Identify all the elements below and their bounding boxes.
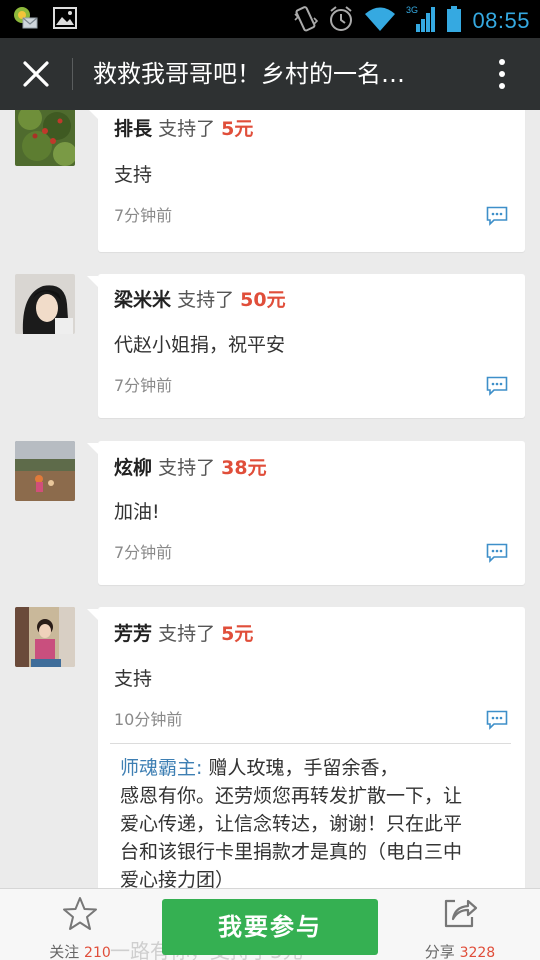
title-divider (72, 58, 73, 90)
wifi-icon (364, 5, 396, 37)
reply-line: 台和该银行卡里捐款才是真的（电白三中 (120, 841, 463, 863)
support-message: 支持 (114, 668, 153, 690)
avatar[interactable] (15, 441, 75, 501)
supporter-name[interactable]: 梁米米 (114, 289, 171, 311)
list-item: 排長 支持了 5元 支持 7分钟前 (0, 110, 540, 256)
title-bar: 救救我哥哥吧！乡村的一名… (0, 38, 540, 110)
timestamp: 7分钟前 (114, 376, 173, 395)
support-amount: 38元 (221, 457, 267, 479)
vibrate-icon (292, 5, 319, 37)
support-feed[interactable]: 排長 支持了 5元 支持 7分钟前 梁米米 支持了 50元 代赵小姐捐，祝平安 … (0, 110, 540, 888)
gallery-icon (52, 6, 78, 34)
reply-line: 感恩有你。还劳烦您再转发扩散一下，让 (120, 785, 463, 807)
follow-count: 210 (84, 945, 111, 960)
comment-button[interactable] (486, 206, 508, 226)
support-message: 支持 (114, 164, 153, 186)
support-verb: 支持了 (158, 623, 216, 645)
more-button[interactable] (492, 56, 512, 92)
comment-button[interactable] (486, 376, 508, 396)
avatar[interactable] (15, 607, 75, 667)
follow-button[interactable]: 关注 210 (40, 895, 120, 960)
support-header: 梁米米 支持了 50元 (114, 285, 286, 315)
support-amount: 50元 (240, 289, 286, 311)
join-button[interactable]: 我要参与 (162, 899, 378, 955)
share-icon (444, 899, 478, 928)
comment-icon (486, 710, 508, 730)
share-count: 3228 (459, 945, 496, 960)
support-header: 排長 支持了 5元 (114, 114, 253, 144)
timestamp: 10分钟前 (114, 710, 183, 729)
app-notification-icon (12, 6, 38, 34)
timestamp: 7分钟前 (114, 543, 173, 562)
avatar[interactable] (15, 274, 75, 334)
comment-icon (486, 206, 508, 226)
comment-card[interactable]: 梁米米 支持了 50元 代赵小姐捐，祝平安 7分钟前 (87, 274, 525, 418)
share-label: 分享 (424, 943, 455, 960)
list-item: 梁米米 支持了 50元 代赵小姐捐，祝平安 7分钟前 (0, 274, 540, 418)
more-icon (499, 59, 505, 65)
star-icon (63, 897, 97, 930)
reply-line: 爱心传递，让信念转达，谢谢！只在此平 (120, 813, 463, 835)
comment-icon (486, 376, 508, 396)
follow-label: 关注 (49, 943, 80, 960)
alarm-icon (328, 5, 354, 37)
support-verb: 支持了 (158, 118, 216, 140)
support-amount: 5元 (221, 118, 254, 140)
support-header: 芳芳 支持了 5元 (114, 619, 253, 649)
reply-author[interactable]: 师魂霸主: (120, 757, 202, 779)
comment-button[interactable] (486, 710, 508, 730)
page-title: 救救我哥哥吧！乡村的一名… (93, 60, 405, 88)
support-verb: 支持了 (158, 457, 216, 479)
comment-button[interactable] (486, 543, 508, 563)
list-item: 炫柳 支持了 38元 加油! 7分钟前 (0, 441, 540, 585)
support-verb: 支持了 (177, 289, 235, 311)
support-header: 炫柳 支持了 38元 (114, 453, 267, 483)
list-item: 芳芳 支持了 5元 支持 10分钟前 师魂霸主: 赠人玫瑰，手留余香， 感恩有你… (0, 607, 540, 888)
close-button[interactable] (16, 56, 56, 92)
support-message: 代赵小姐捐，祝平安 (114, 334, 286, 356)
reply-line: 赠人玫瑰，手留余香， (208, 757, 399, 779)
close-icon (23, 61, 49, 87)
reply-comment[interactable]: 师魂霸主: 赠人玫瑰，手留余香， 感恩有你。还劳烦您再转发扩散一下，让 爱心传递… (110, 743, 511, 888)
comment-icon (486, 543, 508, 563)
timestamp: 7分钟前 (114, 206, 173, 225)
share-button[interactable]: 分享 3228 (418, 893, 502, 960)
bottom-action-bar: 一路有你，支持了5元 关注 210 我要参与 分享 3228 (0, 888, 540, 960)
status-time: 08:55 (472, 8, 530, 33)
battery-icon (446, 5, 462, 37)
comment-card[interactable]: 芳芳 支持了 5元 支持 10分钟前 师魂霸主: 赠人玫瑰，手留余香， 感恩有你… (87, 607, 525, 888)
support-message: 加油! (114, 501, 160, 523)
comment-card[interactable]: 排長 支持了 5元 支持 7分钟前 (87, 110, 525, 252)
svg-text:3G: 3G (406, 5, 418, 15)
status-bar: 3G 08:55 (0, 0, 540, 38)
supporter-name[interactable]: 排長 (114, 118, 152, 140)
avatar[interactable] (15, 110, 75, 166)
signal-icon: 3G (406, 4, 436, 38)
comment-card[interactable]: 炫柳 支持了 38元 加油! 7分钟前 (87, 441, 525, 585)
supporter-name[interactable]: 炫柳 (114, 457, 152, 479)
reply-line: 爱心接力团） (120, 869, 235, 888)
supporter-name[interactable]: 芳芳 (114, 623, 152, 645)
support-amount: 5元 (221, 623, 254, 645)
